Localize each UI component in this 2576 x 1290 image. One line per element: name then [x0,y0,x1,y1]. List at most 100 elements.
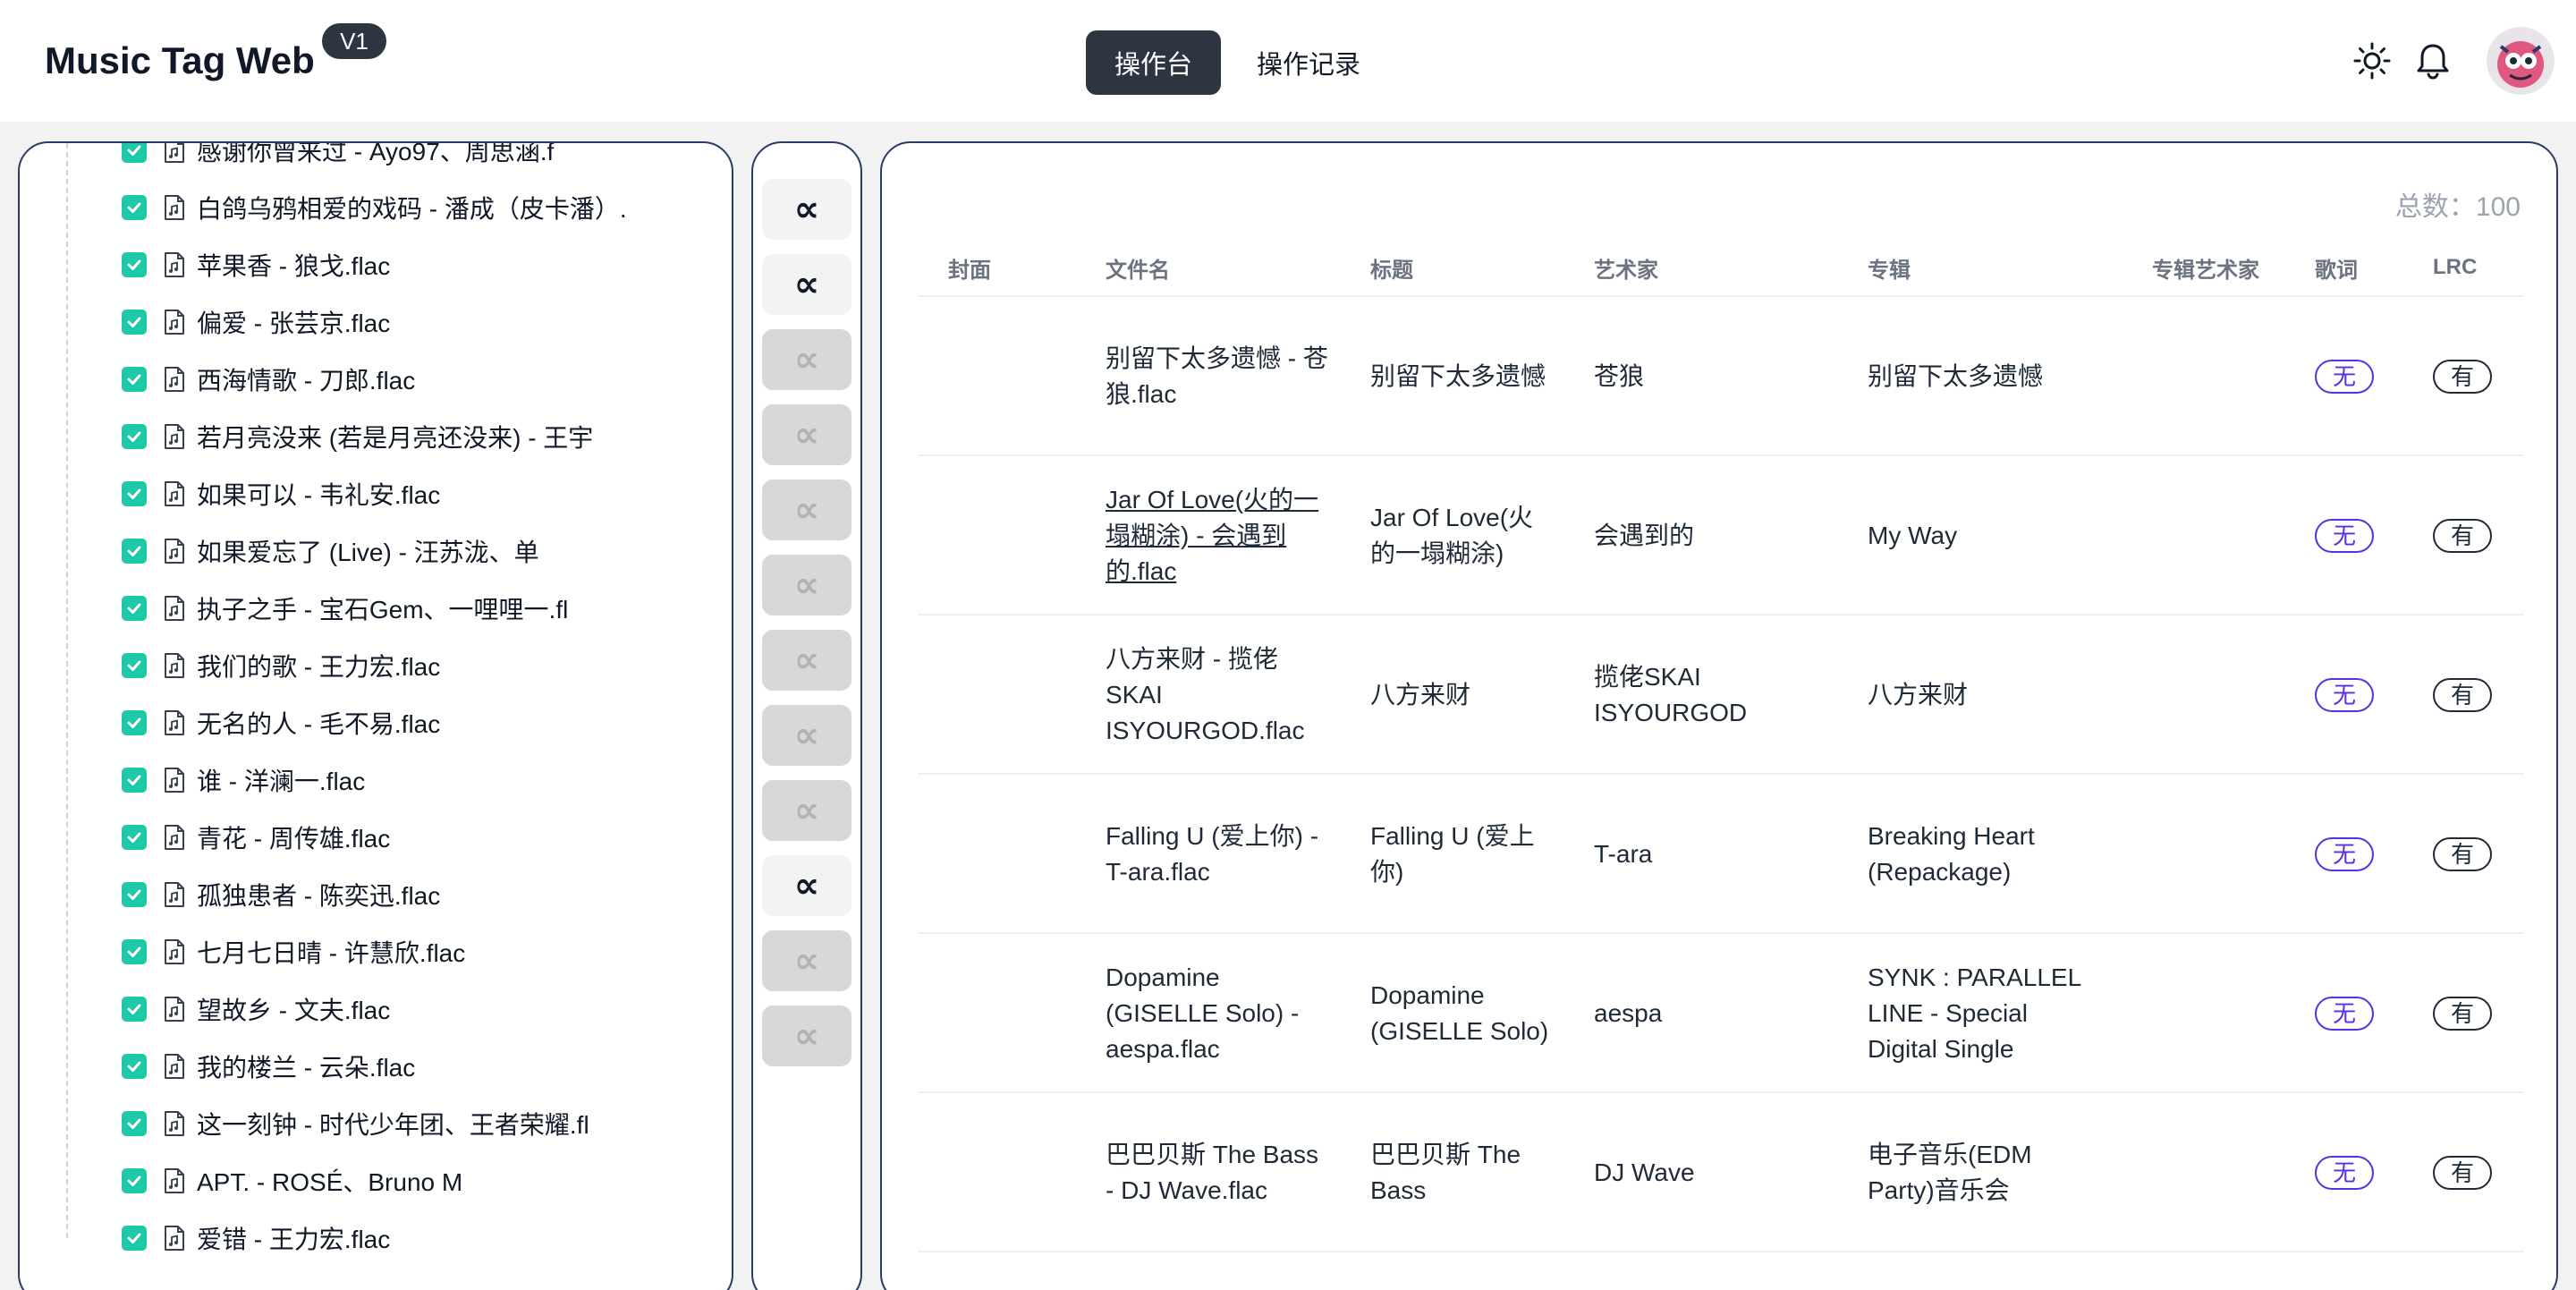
proportional-icon: ∝ [793,866,820,905]
tree-file-name: 苹果香 - 狼戈.flac [197,252,391,280]
checkbox-checked-icon[interactable] [122,882,147,907]
audio-file-icon [165,195,184,220]
tree-file-item[interactable]: 苹果香 - 狼戈.flac [20,236,732,293]
proportional-action-button[interactable]: ∝ [762,555,852,615]
checkbox-checked-icon[interactable] [122,481,147,506]
tree-file-item[interactable]: 白鸽乌鸦相爱的戏码 - 潘成（皮卡潘）. [20,179,732,236]
tree-file-item[interactable]: 望故乡 - 文夫.flac [20,980,732,1038]
lyrics-status-tag[interactable]: 无 [2315,519,2375,553]
table-row[interactable]: 八方来财 - 揽佬SKAI ISYOURGOD.flac 八方来财 揽佬SKAI I… [918,615,2524,775]
proportional-icon: ∝ [793,340,820,379]
checkbox-checked-icon[interactable] [122,1168,147,1193]
checkbox-checked-icon[interactable] [122,1111,147,1136]
cell-lrc: 有 [2433,615,2493,775]
tree-file-item[interactable]: APT. - ROSÉ、Bruno M [20,1152,732,1209]
cell-artist: 揽佬SKAI ISYOURGOD [1594,663,1748,726]
checkbox-checked-icon[interactable] [122,424,147,449]
sun-icon[interactable] [2351,39,2394,82]
checkbox-checked-icon[interactable] [122,143,147,163]
cell-album: 别留下太多遗憾 [1868,362,2044,390]
checkbox-checked-icon[interactable] [122,596,147,621]
lrc-status-tag[interactable]: 有 [2433,678,2493,712]
cell-filename[interactable]: 八方来财 - 揽佬SKAI ISYOURGOD.flac [1106,615,1329,775]
cell-filename[interactable]: Dopamine (GISELLE Solo) - aespa.flac [1106,934,1329,1093]
tree-file-item[interactable]: 七月七日晴 - 许慧欣.flac [20,923,732,980]
col-title: 标题 [1370,258,1413,283]
tree-file-item[interactable]: 我们的歌 - 王力宏.flac [20,637,732,694]
checkbox-checked-icon[interactable] [122,310,147,335]
user-avatar[interactable] [2487,27,2555,95]
tab-console[interactable]: 操作台 [1086,30,1222,95]
table-row[interactable]: Jar Of Love(火的一塌糊涂) - 会遇到的.flac Jar Of Lo… [918,456,2524,615]
checkbox-checked-icon[interactable] [122,939,147,964]
cell-filename[interactable]: 别留下太多遗憾 - 苍狼.flac [1106,297,1329,456]
table-row[interactable]: 别留下太多遗憾 - 苍狼.flac 别留下太多遗憾 苍狼 别留下太多遗憾 无 有 [918,297,2524,456]
lrc-status-tag[interactable]: 有 [2433,997,2493,1031]
cell-album: My Way [1868,522,1958,549]
proportional-action-button[interactable]: ∝ [762,329,852,390]
checkbox-checked-icon[interactable] [122,653,147,678]
tree-file-item[interactable]: 感谢你曾来过 - Ayo97、周思涵.f [20,143,732,179]
tree-file-item[interactable]: 若月亮没来 (若是月亮还没来) - 王宇 [20,408,732,465]
tree-file-item[interactable]: 执子之手 - 宝石Gem、一哩哩一.fl [20,580,732,637]
proportional-action-button[interactable]: ∝ [762,780,852,841]
checkbox-checked-icon[interactable] [122,768,147,793]
cell-filename[interactable]: 巴巴贝斯 The Bass - DJ Wave.flac [1106,1093,1329,1252]
lrc-status-tag[interactable]: 有 [2433,1156,2493,1190]
tab-operation-log[interactable]: 操作记录 [1228,30,1389,95]
proportional-action-button[interactable]: ∝ [762,930,852,991]
proportional-icon: ∝ [793,265,820,304]
proportional-action-button[interactable]: ∝ [762,1006,852,1066]
checkbox-checked-icon[interactable] [122,710,147,735]
audio-file-icon [165,768,184,793]
checkbox-checked-icon[interactable] [122,1226,147,1251]
checkbox-checked-icon[interactable] [122,252,147,277]
proportional-action-button[interactable]: ∝ [762,855,852,916]
tree-file-item[interactable]: 孤独患者 - 陈奕迅.flac [20,866,732,923]
tree-file-item[interactable]: 我的楼兰 - 云朵.flac [20,1038,732,1095]
lyrics-status-tag[interactable]: 无 [2315,837,2375,871]
proportional-action-button[interactable]: ∝ [762,404,852,465]
checkbox-checked-icon[interactable] [122,195,147,220]
tree-file-item[interactable]: 谁 - 洋澜一.flac [20,751,732,809]
lyrics-status-tag[interactable]: 无 [2315,360,2375,394]
lrc-status-tag[interactable]: 有 [2433,360,2493,394]
lrc-status-tag[interactable]: 有 [2433,519,2493,553]
checkbox-checked-icon[interactable] [122,1054,147,1079]
proportional-action-button[interactable]: ∝ [762,179,852,240]
cell-lyrics: 无 [2315,456,2375,615]
audio-file-icon [165,143,184,163]
proportional-icon: ∝ [793,565,820,605]
table-row[interactable]: 巴巴贝斯 The Bass - DJ Wave.flac 巴巴贝斯 The Bas… [918,1093,2524,1252]
lyrics-status-tag[interactable]: 无 [2315,678,2375,712]
tree-file-item[interactable]: 这一刻钟 - 时代少年团、王者荣耀.fl [20,1095,732,1152]
lyrics-status-tag[interactable]: 无 [2315,997,2375,1031]
tree-file-item[interactable]: 如果可以 - 韦礼安.flac [20,465,732,522]
checkbox-checked-icon[interactable] [122,997,147,1022]
checkbox-checked-icon[interactable] [122,367,147,392]
tree-file-item[interactable]: 偏爱 - 张芸京.flac [20,293,732,351]
cell-artist: 苍狼 [1594,362,1645,390]
checkbox-checked-icon[interactable] [122,539,147,564]
proportional-action-button[interactable]: ∝ [762,705,852,766]
checkbox-checked-icon[interactable] [122,825,147,850]
tree-file-item[interactable]: 青花 - 周传雄.flac [20,809,732,866]
audio-file-icon [165,997,184,1022]
cell-filename[interactable]: Jar Of Love(火的一塌糊涂) - 会遇到的.flac [1106,456,1329,615]
tree-file-item[interactable]: 爱错 - 王力宏.flac [20,1209,732,1267]
cell-filename[interactable]: Falling U (爱上你) - T-ara.flac [1106,775,1329,934]
audio-file-icon [165,367,184,392]
proportional-action-button[interactable]: ∝ [762,480,852,540]
audio-file-icon [165,539,184,564]
tree-file-item[interactable]: 无名的人 - 毛不易.flac [20,694,732,751]
bell-icon[interactable] [2411,39,2454,82]
lrc-status-tag[interactable]: 有 [2433,837,2493,871]
lyrics-status-tag[interactable]: 无 [2315,1156,2375,1190]
table-row[interactable]: Falling U (爱上你) - T-ara.flac Falling U (爱… [918,775,2524,934]
proportional-action-button[interactable]: ∝ [762,630,852,691]
brand-title: Music Tag Web [45,39,315,81]
table-row[interactable]: Dopamine (GISELLE Solo) - aespa.flac Dopa… [918,934,2524,1093]
tree-file-item[interactable]: 西海情歌 - 刀郎.flac [20,351,732,408]
proportional-action-button[interactable]: ∝ [762,254,852,315]
tree-file-item[interactable]: 如果爱忘了 (Live) - 汪苏泷、单 [20,522,732,580]
